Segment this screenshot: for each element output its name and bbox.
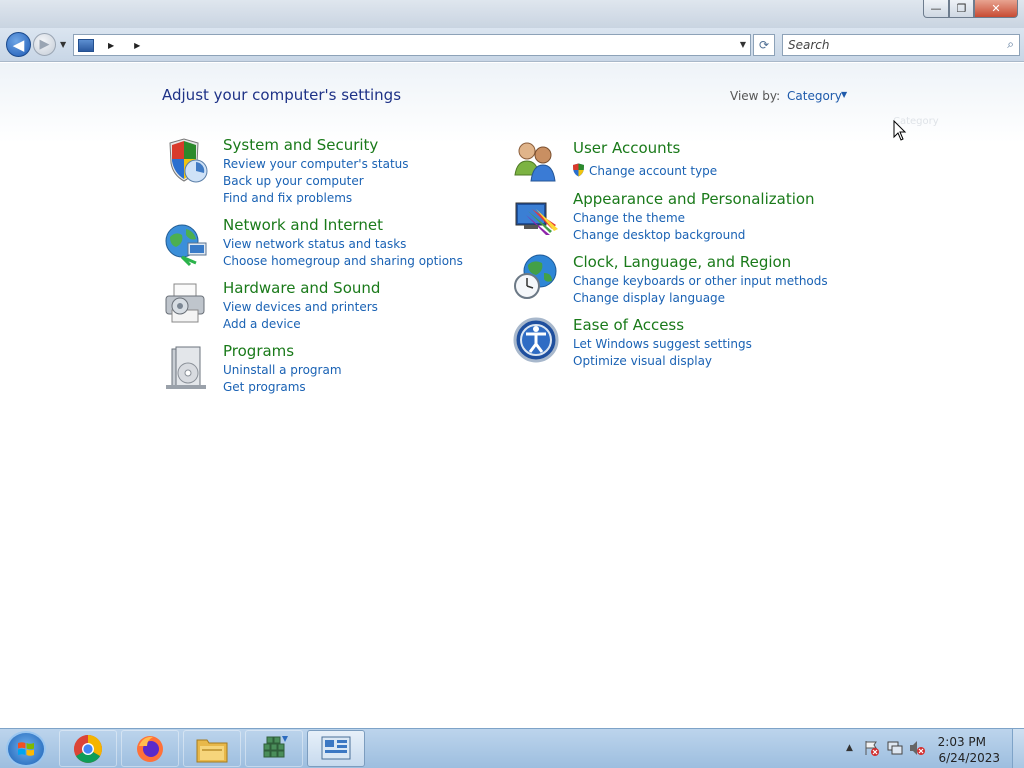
link-review-status[interactable]: Review your computer's status <box>223 157 409 171</box>
category-title-system-and-security[interactable]: System and Security <box>223 136 378 154</box>
category-title-programs[interactable]: Programs <box>223 342 294 360</box>
control-panel-icon <box>78 38 94 52</box>
clock-date[interactable]: 6/24/2023 <box>938 751 1000 765</box>
control-panel-content: Adjust your computer's settings View by:… <box>0 63 1024 728</box>
system-tray: ▲ 2:03 PM 6/24/2023 <box>834 729 1024 768</box>
link-change-desktop-background[interactable]: Change desktop background <box>573 228 745 242</box>
category-title-network-and-internet[interactable]: Network and Internet <box>223 216 383 234</box>
close-button[interactable]: ✕ <box>974 0 1018 18</box>
mouse-cursor-icon <box>893 120 907 141</box>
link-find-fix-problems[interactable]: Find and fix problems <box>223 191 352 205</box>
windows-logo-icon <box>18 742 34 756</box>
clock-time[interactable]: 2:03 PM <box>938 735 986 749</box>
volume-muted-icon[interactable] <box>909 740 925 756</box>
chrome-icon <box>74 734 102 763</box>
recent-pages-dropdown[interactable]: ▼ <box>60 40 66 49</box>
taskbar-firefox[interactable] <box>121 730 179 767</box>
network-icon[interactable] <box>887 740 903 756</box>
link-change-account-type[interactable]: Change account type <box>589 164 717 178</box>
navigation-bar: ◀ ▶ ▼ ▶ ▶ ▼ ⟳ ⌕ <box>0 28 1024 62</box>
link-change-display-language[interactable]: Change display language <box>573 291 725 305</box>
forward-arrow-icon: ▶ <box>39 37 50 52</box>
printer-icon <box>165 283 205 323</box>
category-title-clock-language-region[interactable]: Clock, Language, and Region <box>573 253 791 271</box>
maximize-button[interactable]: ❐ <box>949 0 974 18</box>
link-view-network-status[interactable]: View network status and tasks <box>223 237 406 251</box>
file-explorer-icon <box>196 739 228 762</box>
search-input[interactable] <box>788 38 998 52</box>
clock-globe-icon <box>514 254 557 299</box>
uac-shield-icon <box>573 163 584 177</box>
show-desktop-button[interactable] <box>1012 729 1024 768</box>
breadcrumb-chevron-icon[interactable]: ▶ <box>134 41 140 50</box>
link-uninstall-program[interactable]: Uninstall a program <box>223 363 342 377</box>
breadcrumb-chevron-icon[interactable]: ▶ <box>108 41 114 50</box>
address-bar[interactable]: ▶ ▶ ▼ <box>73 34 751 56</box>
dropdown-caret-icon[interactable]: ▼ <box>841 90 847 99</box>
programs-box-icon <box>166 346 206 389</box>
page-title: Adjust your computer's settings <box>162 86 402 104</box>
address-dropdown-icon[interactable]: ▼ <box>740 40 746 49</box>
search-icon[interactable]: ⌕ <box>1007 37 1014 52</box>
category-title-hardware-and-sound[interactable]: Hardware and Sound <box>223 279 380 297</box>
link-change-theme[interactable]: Change the theme <box>573 211 685 225</box>
refresh-icon: ⟳ <box>758 38 770 52</box>
network-globe-icon <box>165 224 207 267</box>
shield-icon <box>169 138 208 183</box>
show-hidden-icons-icon[interactable]: ▲ <box>846 743 853 753</box>
start-button[interactable] <box>6 731 46 767</box>
window-controls: — ❐ ✕ <box>923 0 1018 18</box>
link-homegroup-sharing[interactable]: Choose homegroup and sharing options <box>223 254 463 268</box>
ease-of-access-icon <box>513 317 559 363</box>
search-box[interactable]: ⌕ <box>782 34 1020 56</box>
link-windows-suggest-settings[interactable]: Let Windows suggest settings <box>573 337 752 351</box>
user-accounts-icon <box>514 142 556 182</box>
appearance-monitor-icon <box>515 202 558 235</box>
taskbar-file-explorer[interactable] <box>183 730 241 767</box>
taskbar-chrome[interactable] <box>59 730 117 767</box>
link-optimize-visual-display[interactable]: Optimize visual display <box>573 354 712 368</box>
forward-button[interactable]: ▶ <box>33 33 56 56</box>
category-title-appearance[interactable]: Appearance and Personalization <box>573 190 815 208</box>
action-center-flag-icon[interactable] <box>864 740 880 756</box>
firefox-icon <box>137 735 163 762</box>
taskbar-control-panel[interactable] <box>307 730 365 767</box>
link-back-up[interactable]: Back up your computer <box>223 174 364 188</box>
taskbar-app[interactable] <box>245 730 303 767</box>
title-bar: — ❐ ✕ <box>0 0 1024 28</box>
app-grid-icon <box>263 735 288 757</box>
view-by-dropdown[interactable]: Category <box>787 89 842 103</box>
back-arrow-icon: ◀ <box>12 35 25 54</box>
taskbar: ▲ 2:03 PM 6/24/2023 <box>0 728 1024 768</box>
refresh-button[interactable]: ⟳ <box>753 34 775 56</box>
link-change-keyboards[interactable]: Change keyboards or other input methods <box>573 274 828 288</box>
minimize-button[interactable]: — <box>923 0 949 18</box>
back-button[interactable]: ◀ <box>6 32 31 57</box>
link-devices-printers[interactable]: View devices and printers <box>223 300 378 314</box>
link-get-programs[interactable]: Get programs <box>223 380 306 394</box>
link-add-device[interactable]: Add a device <box>223 317 301 331</box>
control-panel-icon <box>321 736 351 759</box>
category-title-user-accounts[interactable]: User Accounts <box>573 139 680 157</box>
category-title-ease-of-access[interactable]: Ease of Access <box>573 316 684 334</box>
view-by-label: View by: <box>730 89 781 103</box>
